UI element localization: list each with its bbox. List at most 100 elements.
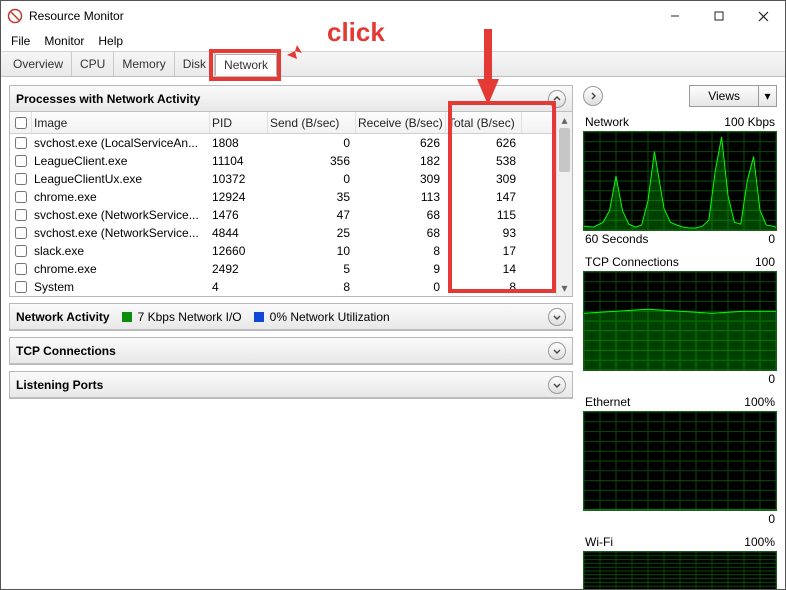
table-row[interactable]: svchost.exe (NetworkService...4844256893 (10, 224, 556, 242)
collapse-right-pane-button[interactable] (583, 86, 603, 106)
views-dropdown[interactable]: Views ▾ (689, 85, 777, 107)
cell-image: chrome.exe (32, 190, 210, 204)
chart-wifi (583, 551, 777, 589)
cell-pid: 4 (210, 280, 268, 294)
tcp-panel-header[interactable]: TCP Connections (10, 338, 572, 364)
scroll-down-icon[interactable]: ▾ (557, 280, 572, 296)
cell-receive: 626 (356, 136, 446, 150)
window-title: Resource Monitor (29, 9, 653, 23)
scroll-thumb[interactable] (559, 128, 570, 172)
collapse-button[interactable] (548, 90, 566, 108)
expand-button[interactable] (548, 308, 566, 326)
col-receive[interactable]: Receive (B/sec) (356, 112, 446, 133)
col-pid[interactable]: PID (210, 112, 268, 133)
minimize-button[interactable] (653, 1, 697, 31)
cell-pid: 12660 (210, 244, 268, 258)
row-checkbox[interactable] (15, 227, 27, 239)
cell-receive: 309 (356, 172, 446, 186)
row-checkbox[interactable] (15, 173, 27, 185)
processes-panel: Processes with Network Activity Image PI… (9, 85, 573, 297)
menubar: File Monitor Help (1, 31, 785, 51)
processes-panel-header[interactable]: Processes with Network Activity (10, 86, 572, 112)
maximize-button[interactable] (697, 1, 741, 31)
table-header-row: Image PID Send (B/sec) Receive (B/sec) T… (10, 112, 556, 134)
row-checkbox[interactable] (15, 209, 27, 221)
row-checkbox[interactable] (15, 263, 27, 275)
col-send[interactable]: Send (B/sec) (268, 112, 356, 133)
cell-pid: 1476 (210, 208, 268, 222)
network-activity-header[interactable]: Network Activity 7 Kbps Network I/O 0% N… (10, 304, 572, 330)
listening-ports-panel: Listening Ports (9, 371, 573, 399)
cell-image: svchost.exe (NetworkService... (32, 208, 210, 222)
right-pane: Views ▾ Network100 Kbps 60 Seconds0 TCP … (579, 77, 785, 589)
table-row[interactable]: System4808 (10, 278, 556, 296)
expand-button[interactable] (548, 342, 566, 360)
cell-total: 115 (446, 208, 522, 222)
chart-ethernet (583, 411, 777, 511)
cell-image: LeagueClient.exe (32, 154, 210, 168)
cell-send: 0 (268, 136, 356, 150)
processes-panel-title: Processes with Network Activity (16, 92, 200, 106)
row-checkbox[interactable] (15, 281, 27, 293)
util-label: 0% Network Utilization (270, 310, 390, 324)
menu-file[interactable]: File (5, 32, 36, 50)
chart-network-title: Network (585, 115, 629, 129)
dropdown-arrow-icon[interactable]: ▾ (758, 86, 776, 106)
chart-tcp-group: TCP Connections100 0 (583, 253, 777, 387)
titlebar[interactable]: Resource Monitor (1, 1, 785, 31)
listening-ports-title: Listening Ports (16, 378, 103, 392)
expand-button[interactable] (548, 376, 566, 394)
table-row[interactable]: LeagueClient.exe11104356182538 (10, 152, 556, 170)
tab-cpu[interactable]: CPU (72, 52, 114, 76)
col-total[interactable]: Total (B/sec) (446, 112, 522, 133)
select-all-checkbox[interactable] (15, 117, 27, 129)
cell-pid: 10372 (210, 172, 268, 186)
row-checkbox[interactable] (15, 191, 27, 203)
cell-total: 147 (446, 190, 522, 204)
cell-total: 309 (446, 172, 522, 186)
cell-image: chrome.exe (32, 262, 210, 276)
chart-tcp-foot-right: 0 (768, 372, 775, 386)
cell-send: 25 (268, 226, 356, 240)
menu-help[interactable]: Help (92, 32, 129, 50)
table-row[interactable]: svchost.exe (LocalServiceAn...1808062662… (10, 134, 556, 152)
cell-pid: 12924 (210, 190, 268, 204)
cell-receive: 9 (356, 262, 446, 276)
menu-monitor[interactable]: Monitor (38, 32, 90, 50)
tcp-panel-title: TCP Connections (16, 344, 116, 358)
table-row[interactable]: slack.exe1266010817 (10, 242, 556, 260)
tab-memory[interactable]: Memory (114, 52, 174, 76)
scroll-up-icon[interactable]: ▴ (557, 112, 572, 128)
app-icon (7, 8, 23, 24)
network-activity-panel: Network Activity 7 Kbps Network I/O 0% N… (9, 303, 573, 331)
col-image[interactable]: Image (32, 112, 210, 133)
table-row[interactable]: svchost.exe (NetworkService...1476476811… (10, 206, 556, 224)
row-checkbox[interactable] (15, 245, 27, 257)
row-checkbox[interactable] (15, 137, 27, 149)
cell-total: 538 (446, 154, 522, 168)
cell-send: 8 (268, 280, 356, 294)
vertical-scrollbar[interactable]: ▴ ▾ (556, 112, 572, 296)
close-button[interactable] (741, 1, 785, 31)
chart-network (583, 131, 777, 231)
chart-wifi-group: Wi-Fi100% (583, 533, 777, 589)
cell-total: 17 (446, 244, 522, 258)
chart-ethernet-foot-right: 0 (768, 512, 775, 526)
cell-pid: 1808 (210, 136, 268, 150)
row-checkbox[interactable] (15, 155, 27, 167)
cell-send: 0 (268, 172, 356, 186)
cell-send: 35 (268, 190, 356, 204)
cell-total: 626 (446, 136, 522, 150)
chart-tcp-title: TCP Connections (585, 255, 679, 269)
tab-overview[interactable]: Overview (5, 52, 72, 76)
io-label: 7 Kbps Network I/O (138, 310, 242, 324)
table-row[interactable]: chrome.exe24925914 (10, 260, 556, 278)
cell-image: svchost.exe (LocalServiceAn... (32, 136, 210, 150)
util-swatch-icon (254, 312, 264, 322)
cell-pid: 2492 (210, 262, 268, 276)
table-row[interactable]: chrome.exe1292435113147 (10, 188, 556, 206)
tab-network[interactable]: Network (215, 54, 277, 76)
tab-disk[interactable]: Disk (175, 52, 215, 76)
listening-ports-header[interactable]: Listening Ports (10, 372, 572, 398)
table-row[interactable]: LeagueClientUx.exe103720309309 (10, 170, 556, 188)
